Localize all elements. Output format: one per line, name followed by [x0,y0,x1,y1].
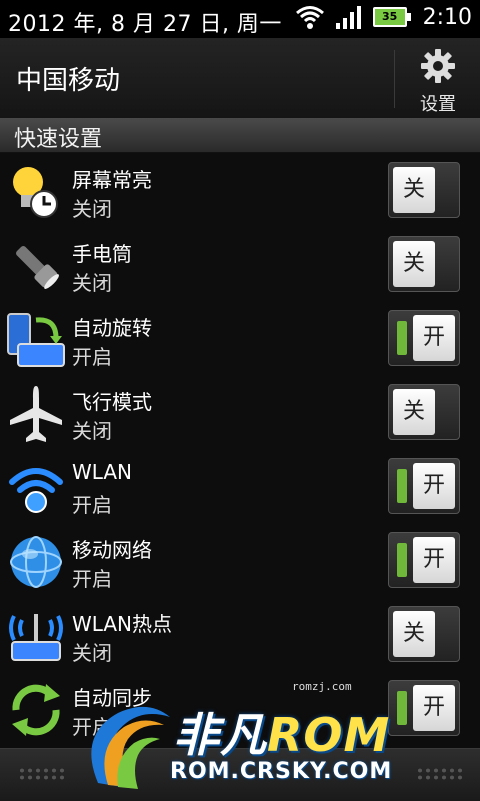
header-divider [394,50,395,108]
wlan-hotspot-toggle[interactable]: 关 [388,606,460,662]
toggle-knob: 关 [393,611,435,657]
row-status: 开启 [72,567,112,591]
row-title: 自动旋转 [72,316,152,340]
toggle-on-indicator [397,469,407,503]
watermark-logo: 非凡ROM ROM.CRSKY.COM [78,695,408,795]
row-status: 开启 [72,345,112,369]
toggle-on-indicator [397,321,407,355]
bulb-clock-icon [13,167,58,218]
row-status: 关闭 [72,641,112,665]
flashlight-icon [16,246,59,289]
row-title: WLAN [72,460,133,484]
mobile-network-toggle[interactable]: 开 [388,532,460,588]
watermark-small-text: romzj.com [292,680,352,693]
header: 中国移动 设置 [0,38,480,119]
row-mobile-network[interactable]: 移动网络 开启 开 [0,526,480,600]
sync-icon [12,684,60,736]
toggle-knob: 开 [413,315,455,361]
watermark-brand-a: 非凡 [173,708,267,762]
battery-level: 35 [381,10,398,23]
watermark-brand: 非凡ROM [173,699,390,765]
flashlight-toggle[interactable]: 关 [388,236,460,292]
screen-on-toggle[interactable]: 关 [388,162,460,218]
right-grip-handle[interactable] [416,767,462,781]
watermark-url: ROM.CRSKY.COM [170,759,393,784]
row-status: 关闭 [72,271,112,295]
quick-settings-header: 快速设置 [0,118,480,153]
left-grip-handle[interactable] [18,767,64,781]
airplane-icon [10,386,62,442]
row-title: WLAN热点 [72,612,173,636]
battery-icon: 35 [372,7,411,27]
toggle-knob: 关 [393,389,435,435]
settings-label: 设置 [420,94,456,115]
section-title: 快速设置 [14,127,103,152]
row-wlan-hotspot[interactable]: WLAN热点 关闭 关 [0,600,480,674]
toggle-knob: 关 [393,167,435,213]
status-time: 2:10 [422,4,472,30]
hotspot-icon [9,614,63,661]
toggle-knob: 关 [393,241,435,287]
carrier-title: 中国移动 [16,66,121,96]
toggle-knob: 开 [413,685,455,731]
toggle-knob: 开 [413,463,455,509]
row-title: 飞行模式 [72,390,152,414]
wlan-toggle[interactable]: 开 [388,458,460,514]
row-flashlight[interactable]: 手电筒 关闭 关 [0,230,480,304]
status-date: 2012 年, 8 月 27 日, 周一 [8,12,282,37]
row-auto-rotate[interactable]: 自动旋转 开启 开 [0,304,480,378]
swirl-logo-icon [91,706,170,789]
cell-signal-icon [335,6,361,29]
toggle-on-indicator [397,543,407,577]
row-title: 屏幕常亮 [72,168,152,192]
row-title: 手电筒 [72,242,132,266]
globe-icon [10,536,62,588]
row-screen-on[interactable]: 屏幕常亮 关闭 关 [0,156,480,230]
row-title: 移动网络 [72,538,152,562]
quick-settings-list: 屏幕常亮 关闭 关 手电筒 关闭 关 自动旋转 开启 开 飞行模式 关闭 关 W… [0,156,480,748]
row-status: 关闭 [72,419,112,443]
row-status: 开启 [72,493,112,517]
toggle-knob: 开 [413,537,455,583]
auto-rotate-toggle[interactable]: 开 [388,310,460,366]
row-airplane-mode[interactable]: 飞行模式 关闭 关 [0,378,480,452]
gear-icon [421,49,455,83]
row-status: 关闭 [72,197,112,221]
rotate-icon [7,313,65,367]
row-wlan[interactable]: WLAN 开启 开 [0,452,480,526]
wifi-icon [9,468,63,513]
watermark-brand-b: ROM [267,708,391,762]
airplane-mode-toggle[interactable]: 关 [388,384,460,440]
wifi-signal-icon [295,6,324,29]
status-bar: 2012 年, 8 月 27 日, 周一 35 2:10 [0,0,480,38]
settings-button[interactable]: 设置 [400,48,476,115]
